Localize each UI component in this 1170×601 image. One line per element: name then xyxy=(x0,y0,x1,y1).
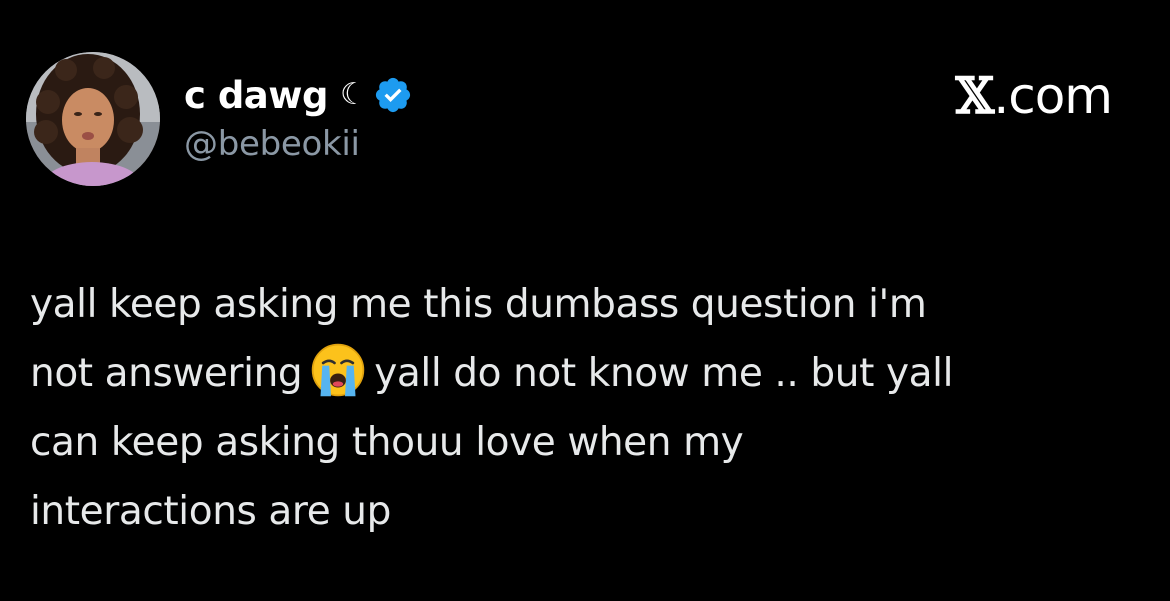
name-row: c dawg ☾ xyxy=(184,70,784,120)
tweet-text-line-4: interactions are up xyxy=(30,489,391,534)
handle[interactable]: @bebeokii xyxy=(184,124,784,164)
author-block: c dawg ☾ @bebeokii xyxy=(184,70,784,164)
x-logo-icon: 𝕏 xyxy=(955,66,995,125)
display-name[interactable]: c dawg xyxy=(184,74,328,117)
brand-logo: 𝕏.com xyxy=(955,66,1113,125)
tweet-text-line-2: not answering yall do not know me .. but… xyxy=(30,339,1140,408)
verified-badge-icon xyxy=(375,77,410,113)
tweet-text-line-3: can keep asking thouu love when my xyxy=(30,420,744,465)
tweet-text-line-2-start: not answering xyxy=(30,351,303,396)
avatar[interactable] xyxy=(26,52,160,186)
brand-suffix: .com xyxy=(993,67,1113,125)
moon-icon: ☾ xyxy=(339,77,367,112)
tweet-text-line-2-end: yall do not know me .. but yall xyxy=(374,351,954,396)
tweet-text-line-1: yall keep asking me this dumbass questio… xyxy=(30,282,927,327)
tweet-text: yall keep asking me this dumbass questio… xyxy=(30,270,1140,546)
avatar-image xyxy=(26,52,160,186)
loudly-crying-face-icon xyxy=(312,343,365,397)
tweet-card: c dawg ☾ @bebeokii 𝕏.com yall keep askin… xyxy=(0,0,1170,601)
